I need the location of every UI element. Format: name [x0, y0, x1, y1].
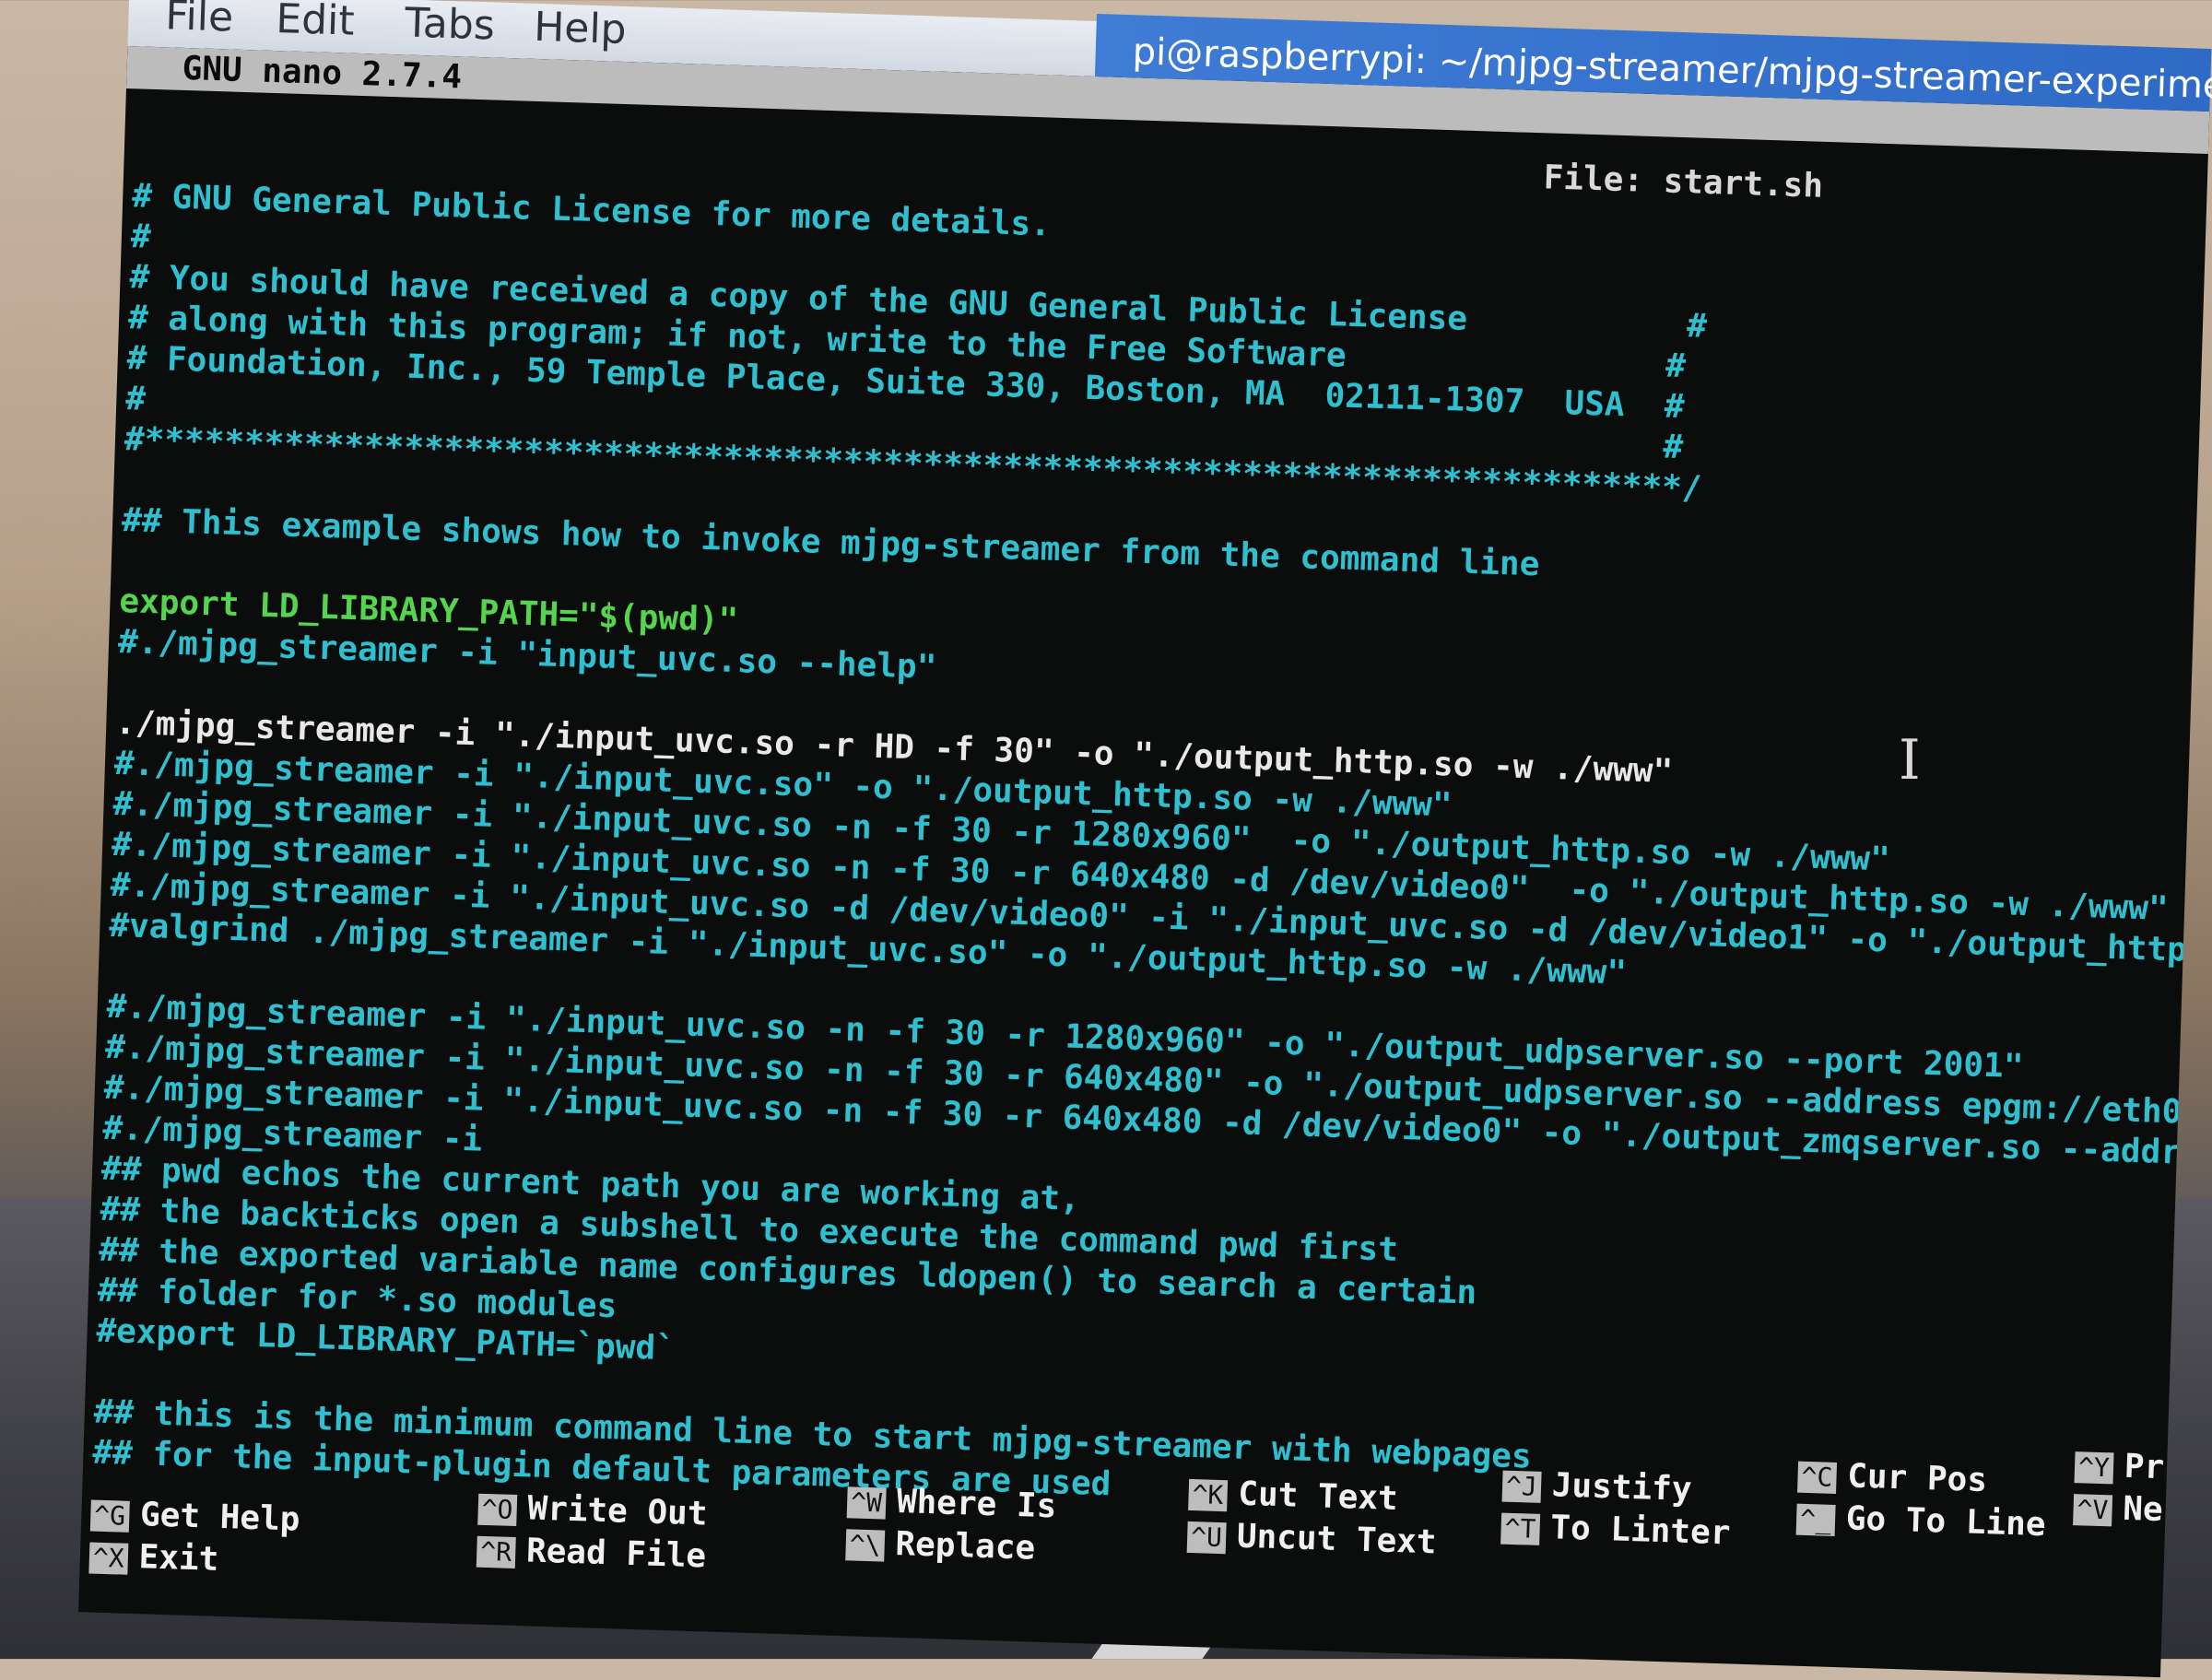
shortcut-write-out[interactable]: ^O Write Out	[477, 1486, 708, 1536]
code-line[interactable]: # GNU General Public License for more de…	[132, 175, 1052, 246]
nano-version: GNU nano 2.7.4	[182, 49, 463, 97]
shortcut-next-page[interactable]: ^V Ne	[2073, 1486, 2163, 1532]
mouse-ibeam-cursor: I	[1899, 728, 1921, 793]
shortcut-go-to-line[interactable]: ^_ Go To Line	[1795, 1497, 2046, 1546]
shortcut-uncut-text[interactable]: ^U Uncut Text	[1186, 1514, 1438, 1564]
shortcut-to-linter[interactable]: ^T To Linter	[1500, 1506, 1731, 1556]
menu-file[interactable]: File	[165, 0, 234, 41]
shortcut-where-is[interactable]: ^W Where Is	[846, 1479, 1057, 1528]
code-line[interactable]: ## This example shows how to invoke mjpg…	[122, 499, 1541, 586]
shortcut-exit[interactable]: ^X Exit	[88, 1534, 219, 1580]
shortcut-justify[interactable]: ^J Justify	[1501, 1463, 1692, 1511]
menu-tabs[interactable]: Tabs	[405, 0, 496, 49]
shortcut-replace[interactable]: ^\ Replace	[845, 1521, 1036, 1569]
shortcut-cur-pos[interactable]: ^C Cur Pos	[1797, 1454, 1988, 1502]
shortcut-cut-text[interactable]: ^K Cut Text	[1188, 1472, 1398, 1521]
file-name: File: start.sh	[1543, 159, 1824, 206]
code-line[interactable]: #	[130, 216, 151, 259]
shortcut-prev-page[interactable]: ^Y Pr	[2074, 1444, 2165, 1489]
shortcut-get-help[interactable]: ^G Get Help	[89, 1493, 300, 1542]
terminal-window: File Edit Tabs Help pi@raspberrypi: ~/mj…	[78, 0, 2212, 1678]
shortcut-read-file[interactable]: ^R Read File	[476, 1529, 707, 1579]
menu-help[interactable]: Help	[533, 4, 627, 53]
menu-edit[interactable]: Edit	[276, 0, 356, 45]
nano-editor[interactable]: GNU nano 2.7.4 File: start.sh # GNU Gene…	[78, 45, 2210, 1678]
